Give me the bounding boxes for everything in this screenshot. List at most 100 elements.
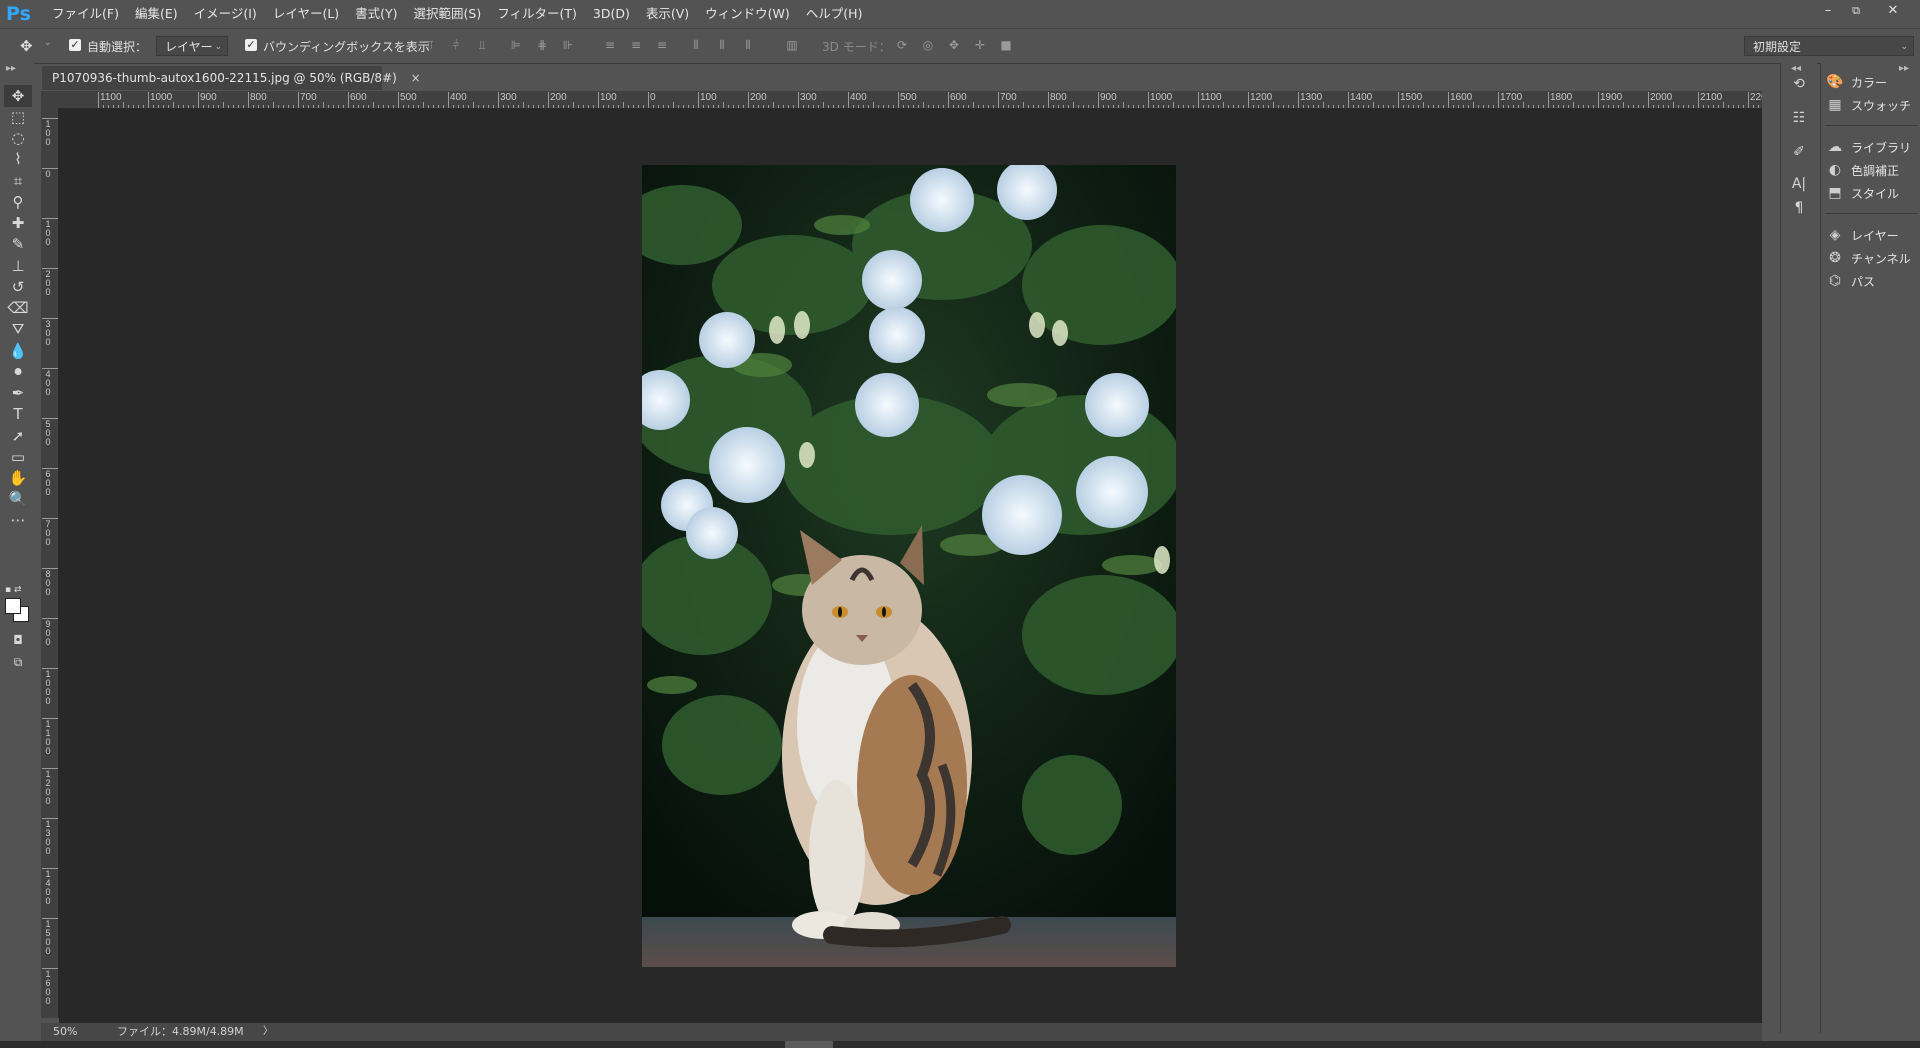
align-right-edges-icon[interactable]: ⊪ [560, 37, 576, 53]
distribute-hcenter-icon[interactable]: ⦀ [714, 37, 730, 53]
paint-bucket-tool-icon[interactable]: ⛛ [4, 318, 32, 340]
color-swatches[interactable] [5, 598, 29, 622]
menu-help[interactable]: ヘルプ(H) [798, 0, 871, 28]
3d-drag-icon[interactable]: ✥ [946, 37, 962, 53]
distribute-bottom-icon[interactable]: ≡ [654, 37, 670, 53]
ruler-h-tick [1398, 92, 1399, 108]
distribute-left-icon[interactable]: ⦀ [688, 37, 704, 53]
brush-settings-icon[interactable]: ✐ [1787, 141, 1811, 163]
zoom-level[interactable]: 50% [53, 1023, 77, 1041]
lasso-tool-icon[interactable]: ◌ [4, 127, 32, 149]
align-vertical-centers-icon[interactable]: ⫩ [448, 37, 464, 53]
auto-select-checkbox[interactable]: ✓ [69, 39, 81, 51]
marquee-tool-icon[interactable]: ⬚ [4, 106, 32, 128]
crop-tool-icon[interactable]: ⌗ [4, 170, 32, 192]
horizontal-ruler[interactable]: 1100 1000 900 800 700 600 500 400 300 200 100 0 100 2… [58, 91, 1762, 109]
ruler-h-minor-tick [628, 105, 629, 108]
ruler-h-minor-tick [1563, 105, 1564, 108]
blur-tool-icon[interactable]: 💧 [4, 340, 32, 362]
panel-item-channels[interactable]: ❂ チャンネル [1825, 247, 1919, 269]
bounding-box-checkbox[interactable]: ✓ [245, 39, 257, 51]
auto-align-layers-icon[interactable]: ▥ [784, 37, 800, 53]
ruler-h-minor-tick [358, 105, 359, 108]
panel-item-palette[interactable]: 🎨 カラー [1825, 71, 1919, 93]
dodge-tool-icon[interactable]: ⚫ [4, 361, 32, 383]
menu-edit[interactable]: 編集(E) [127, 0, 186, 28]
ruler-h-minor-tick [118, 105, 119, 108]
panel-item-layers[interactable]: ◈ レイヤー [1825, 224, 1919, 246]
collapse-tools-icon[interactable]: ▸▸ [6, 63, 16, 74]
character-icon[interactable]: A| [1787, 173, 1811, 195]
workspace-dropdown[interactable]: 初期設定 ⌄ [1744, 36, 1914, 56]
3d-orbit-icon[interactable]: ⟳ [894, 37, 910, 53]
panel-item-adjustments[interactable]: ◐ 色調補正 [1825, 159, 1919, 181]
menu-3d[interactable]: 3D(D) [585, 0, 638, 28]
ruler-h-minor-tick [683, 105, 684, 108]
properties-icon[interactable]: ☷ [1787, 107, 1811, 129]
align-bottom-edges-icon[interactable]: ⫫ [474, 37, 490, 53]
zoom-tool-icon[interactable]: 🔍 [4, 488, 32, 510]
ruler-h-minor-tick [1433, 105, 1434, 108]
hand-tool-icon[interactable]: ✋ [4, 467, 32, 489]
rectangle-tool-icon[interactable]: ▭ [4, 446, 32, 468]
3d-camera-icon[interactable]: ■ [998, 37, 1014, 53]
swap-colors-icon[interactable]: ▪ ⇄ [5, 585, 22, 595]
ruler-v-label: 300 [45, 319, 51, 347]
menu-file[interactable]: ファイル(F) [44, 0, 127, 28]
history-brush-tool-icon[interactable]: ↺ [4, 276, 32, 298]
menu-view[interactable]: 表示(V) [638, 0, 697, 28]
menu-window[interactable]: ウィンドウ(W) [697, 0, 798, 28]
panel-item-libraries[interactable]: ☁ ライブラリ [1825, 136, 1919, 158]
chevron-down-icon[interactable]: ⌄ [44, 38, 52, 48]
auto-select-target-dropdown[interactable]: レイヤー ⌄ [156, 36, 228, 56]
align-horizontal-centers-icon[interactable]: ⋕ [534, 37, 550, 53]
panel-item-swatches[interactable]: ▦ スウォッチ [1825, 94, 1919, 116]
ruler-h-minor-tick [423, 102, 424, 108]
quick-select-tool-icon[interactable]: ⌇ [4, 148, 32, 170]
distribute-vcenter-icon[interactable]: ≡ [628, 37, 644, 53]
path-select-tool-icon[interactable]: ➚ [4, 425, 32, 447]
ruler-h-minor-tick [793, 105, 794, 108]
distribute-top-icon[interactable]: ≡ [602, 37, 618, 53]
ruler-h-minor-tick [1238, 105, 1239, 108]
ruler-h-minor-tick [1578, 105, 1579, 108]
pen-tool-icon[interactable]: ✒ [4, 382, 32, 404]
vertical-ruler[interactable]: 100 0 100 200 300 400 500 600 700 800 900 1000 1100 1… [41, 108, 59, 1018]
paragraph-icon[interactable]: ¶ [1787, 197, 1811, 219]
screen-mode-icon[interactable]: ⧉ [4, 651, 32, 673]
align-left-edges-icon[interactable]: ⊫ [508, 37, 524, 53]
close-tab-icon[interactable]: × [411, 71, 421, 85]
panel-item-label: パス [1851, 274, 1876, 289]
more-tools-icon[interactable]: ⋯ [4, 509, 32, 531]
panel-item-styles[interactable]: ⬒ スタイル [1825, 182, 1919, 204]
eyedropper-tool-icon[interactable]: ⚲ [4, 191, 32, 213]
menu-type[interactable]: 書式(Y) [347, 0, 405, 28]
panel-item-paths[interactable]: ⌬ パス [1825, 270, 1919, 292]
3d-roll-icon[interactable]: ◎ [920, 37, 936, 53]
move-tool-icon[interactable]: ✥ [4, 85, 32, 107]
restore-button[interactable]: ⧉ [1843, 2, 1869, 22]
menu-filter[interactable]: フィルター(T) [489, 0, 585, 28]
type-tool-icon[interactable]: T [4, 403, 32, 425]
close-window-button[interactable]: ✕ [1880, 2, 1906, 22]
distribute-right-icon[interactable]: ⦀ [740, 37, 756, 53]
eraser-tool-icon[interactable]: ⌫ [4, 297, 32, 319]
quick-mask-icon[interactable]: ◘ [4, 629, 32, 651]
taskbar-item[interactable] [785, 1041, 833, 1048]
align-top-edges-icon[interactable]: ⫪ [422, 37, 438, 53]
minimize-button[interactable]: – [1815, 2, 1841, 22]
stamp-tool-icon[interactable]: ⊥ [4, 255, 32, 277]
menu-layer[interactable]: レイヤー(L) [265, 0, 347, 28]
document-image[interactable] [642, 165, 1176, 967]
menu-image[interactable]: イメージ(I) [186, 0, 265, 28]
move-tool-preset-icon[interactable]: ✥ [20, 37, 33, 55]
menu-select[interactable]: 選択範囲(S) [406, 0, 490, 28]
foreground-color-swatch[interactable] [5, 598, 21, 614]
status-menu-arrow-icon[interactable]: 〉 [263, 1023, 273, 1041]
history-icon[interactable]: ⟲ [1787, 73, 1811, 95]
healing-brush-tool-icon[interactable]: ✚ [4, 212, 32, 234]
ruler-h-tick [1698, 92, 1699, 108]
brush-tool-icon[interactable]: ✎ [4, 233, 32, 255]
3d-slide-icon[interactable]: ✛ [972, 37, 988, 53]
document-tab[interactable]: P1070936-thumb-autox1600-22115.jpg @ 50%… [42, 66, 421, 90]
